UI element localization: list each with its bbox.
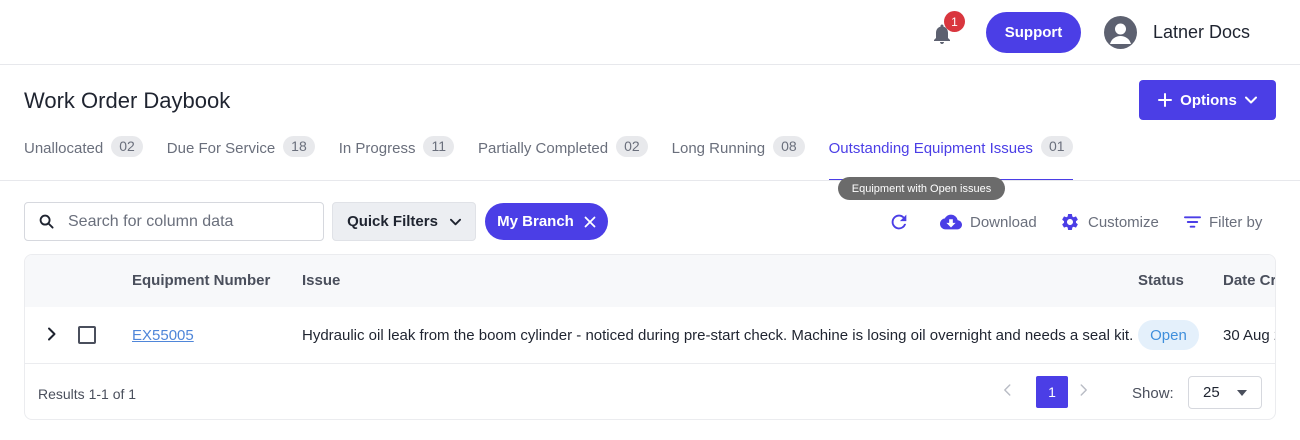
chevron-down-icon: [1244, 96, 1257, 104]
tab-count-badge: 11: [423, 136, 454, 157]
download-button[interactable]: Download: [940, 210, 1037, 234]
chevron-left-icon[interactable]: [1003, 383, 1012, 397]
tab-count-badge: 02: [616, 136, 648, 157]
tab-partially-completed[interactable]: Partially Completed 02: [478, 136, 648, 181]
notification-count-badge: 1: [944, 11, 965, 32]
column-header-date-created[interactable]: Date Cre: [1223, 272, 1275, 289]
support-button[interactable]: Support: [986, 12, 1081, 53]
user-icon: [1110, 23, 1131, 44]
cloud-download-icon: [940, 214, 962, 230]
page-title: Work Order Daybook: [24, 88, 231, 113]
filter-icon: [1184, 216, 1201, 228]
page-size-label: Show:: [1132, 385, 1174, 402]
tab-unallocated[interactable]: Unallocated 02: [24, 136, 143, 181]
chevron-down-icon: [449, 218, 461, 225]
tab-label: Partially Completed: [478, 140, 609, 157]
filter-by-button[interactable]: Filter by: [1184, 210, 1262, 234]
row-checkbox[interactable]: [78, 326, 96, 344]
tab-outstanding-equipment-issues[interactable]: Outstanding Equipment Issues 01: [828, 136, 1073, 181]
tabs-divider: [0, 180, 1300, 181]
tab-label: Outstanding Equipment Issues: [828, 140, 1033, 157]
status-badge: Open: [1138, 320, 1199, 350]
search-input[interactable]: [68, 212, 298, 231]
column-header-issue[interactable]: Issue: [302, 272, 340, 289]
tab-label: Unallocated: [24, 140, 104, 157]
table-footer: Results 1-1 of 1 1 Show: 25: [25, 365, 1275, 419]
refresh-icon: [891, 214, 907, 230]
tab-count-badge: 02: [111, 136, 143, 157]
tab-in-progress[interactable]: In Progress 11: [338, 136, 454, 181]
download-label: Download: [970, 213, 1037, 231]
tab-count-badge: 18: [283, 136, 315, 157]
customize-label: Customize: [1088, 213, 1159, 231]
customize-button[interactable]: Customize: [1060, 210, 1159, 234]
column-header-equipment-number[interactable]: Equipment Number: [132, 272, 270, 289]
tab-label: Long Running: [671, 140, 766, 157]
options-button[interactable]: Options: [1139, 80, 1276, 120]
quick-filters-label: Quick Filters: [347, 213, 438, 230]
tab-label: Due For Service: [166, 140, 276, 157]
page-size-value: 25: [1203, 384, 1220, 401]
tab-due-for-service[interactable]: Due For Service 18: [166, 136, 315, 181]
date-created-cell: 30 Aug 2: [1223, 327, 1275, 344]
quick-filters-button[interactable]: Quick Filters: [332, 202, 476, 241]
search-box[interactable]: [24, 202, 324, 241]
options-label: Options: [1180, 91, 1237, 109]
user-avatar[interactable]: [1104, 16, 1137, 49]
column-header-status[interactable]: Status: [1138, 272, 1184, 289]
caret-down-icon: [1237, 390, 1247, 396]
user-name[interactable]: Latner Docs: [1153, 22, 1250, 43]
results-count: Results 1-1 of 1: [38, 386, 137, 402]
issue-cell: Hydraulic oil leak from the boom cylinde…: [302, 327, 1134, 344]
branch-chip-label: My Branch: [497, 213, 574, 230]
work-order-table: Equipment Number Issue Status Date Cre E…: [24, 254, 1276, 420]
close-icon[interactable]: [584, 216, 596, 228]
chevron-right-icon[interactable]: [1079, 383, 1088, 397]
tab-label: In Progress: [338, 140, 416, 157]
table-row[interactable]: EX55005 Hydraulic oil leak from the boom…: [25, 307, 1275, 364]
status-tabs: Unallocated 02 Due For Service 18 In Pro…: [24, 136, 1097, 181]
top-bar: 1 Support Latner Docs: [0, 0, 1300, 65]
gear-icon: [1062, 214, 1078, 230]
tab-long-running[interactable]: Long Running 08: [671, 136, 805, 181]
refresh-button[interactable]: [888, 210, 910, 234]
filter-label: Filter by: [1209, 213, 1263, 231]
plus-icon: [1158, 93, 1173, 107]
equipment-number-link[interactable]: EX55005: [132, 327, 194, 344]
my-branch-filter-chip[interactable]: My Branch: [485, 203, 608, 240]
tab-count-badge: 01: [1040, 136, 1073, 157]
page-number-button[interactable]: 1: [1036, 376, 1068, 408]
search-icon: [39, 214, 54, 229]
chevron-right-icon[interactable]: [47, 327, 57, 341]
table-header: Equipment Number Issue Status Date Cre: [25, 255, 1275, 307]
tab-tooltip: Equipment with Open issues: [838, 177, 1005, 200]
tab-count-badge: 08: [773, 136, 805, 157]
page-size-select[interactable]: 25: [1188, 376, 1262, 409]
